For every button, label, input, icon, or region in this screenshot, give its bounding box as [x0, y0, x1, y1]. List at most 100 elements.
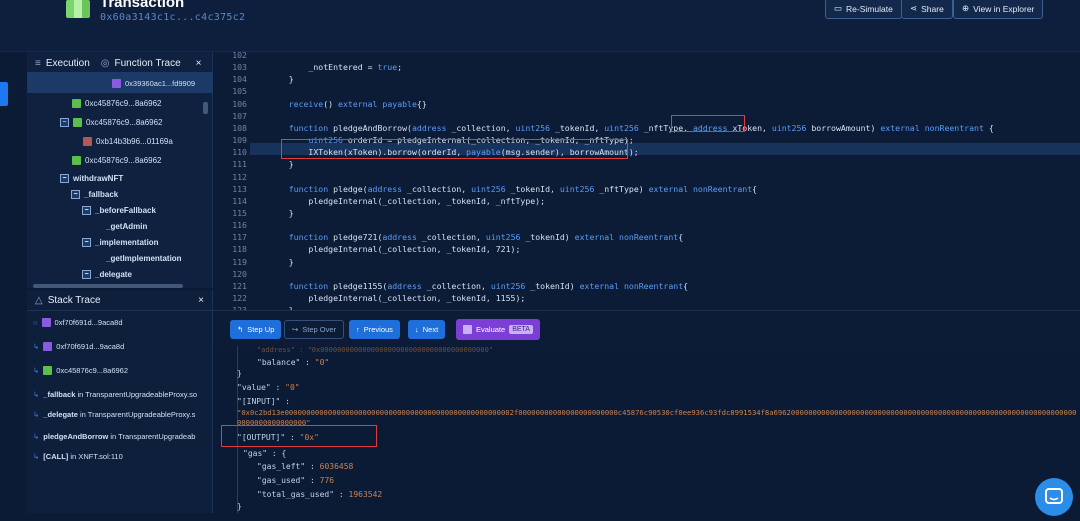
collapse-toggle[interactable]: − [71, 189, 80, 199]
code-line: pledgeInternal(_collection, _tokenId, 72… [269, 244, 521, 255]
beta-badge: BETA [509, 325, 533, 334]
next-button[interactable]: ↓ Next [408, 320, 446, 339]
stack-row[interactable]: ↳ pledgeAndBorrow in TransparentUpgradeab [33, 428, 211, 444]
chat-icon [1045, 488, 1063, 504]
line-number: 110 [232, 147, 247, 158]
trace-tabs: ≡ Execution ◎ Function Trace × [27, 52, 212, 74]
line-number: 107 [232, 110, 247, 121]
evaluate-button[interactable]: Evaluate BETA [456, 319, 540, 340]
contract-icon [72, 155, 81, 165]
chat-support-button[interactable] [1035, 478, 1073, 516]
code-line: pledgeInternal(_collection, _tokenId, 11… [269, 293, 526, 303]
tab-function-trace[interactable]: Function Trace [115, 58, 181, 69]
trace-row[interactable]: 0xc45876c9...8a6962 [72, 95, 162, 111]
tab-execution[interactable]: Execution [46, 58, 90, 69]
trace-row[interactable]: 0x39360ac1...fd9909 [112, 75, 195, 91]
return-arrow-icon: ↳ [33, 409, 40, 419]
globe-icon: ⊕ [962, 3, 970, 13]
line-number: 115 [232, 207, 247, 218]
line-number: 116 [232, 220, 247, 231]
trace-row[interactable]: − withdrawNFT [60, 170, 123, 186]
stack-trace-header: △ Stack Trace × [27, 290, 212, 310]
evaluate-icon [463, 325, 472, 334]
call-details-json: "address" : "0x0000000000000000000000000… [213, 346, 1080, 513]
code-line: _notEntered = true; [269, 62, 403, 73]
collapse-toggle[interactable]: − [60, 117, 69, 127]
line-number: 108 [232, 122, 247, 133]
line-number: 112 [232, 171, 247, 182]
transaction-logo-icon [66, 0, 90, 18]
view-in-explorer-button[interactable]: ⊕ View in Explorer [953, 0, 1044, 19]
vertical-scrollbar[interactable] [203, 102, 208, 114]
step-up-icon: ↰ [237, 325, 244, 334]
share-icon: ⋖ [910, 3, 918, 13]
balance-entry: "balance" : "0" [257, 358, 330, 367]
collapse-toggle[interactable]: − [82, 205, 91, 215]
line-number: 113 [232, 183, 247, 194]
line-number: 117 [232, 232, 247, 243]
page-header: Transaction 0x60a3143c1c...c4c375c2 ▭ Re-… [0, 0, 1080, 52]
code-line: } [269, 256, 294, 267]
stack-trace-title: Stack Trace [47, 294, 101, 306]
contract-icon [83, 136, 92, 146]
stack-row[interactable]: ○ 0xf70f691d...9aca8d [33, 314, 123, 330]
circle-icon: ○ [33, 317, 38, 327]
active-nav-indicator[interactable] [0, 82, 8, 106]
warning-icon: △ [35, 294, 43, 306]
trace-row[interactable]: − _delegate [82, 266, 132, 282]
code-line: } [269, 159, 294, 170]
trace-row[interactable]: 0xb14b3b96...01169a [83, 133, 173, 149]
monitor-icon: ▭ [834, 3, 843, 13]
left-sidebar [0, 52, 27, 513]
total-gas-entry: "total_gas_used" : 1963542 [257, 490, 383, 499]
stack-row[interactable]: ↳ _fallback in TransparentUpgradeableProx… [33, 386, 211, 402]
code-line: } [269, 207, 294, 218]
re-simulate-button[interactable]: ▭ Re-Simulate [825, 0, 902, 19]
trace-row[interactable]: − _fallback [71, 186, 118, 202]
contract-icon [73, 117, 82, 127]
code-line: function pledge1155(address _collection,… [288, 280, 689, 291]
input-key: "[INPUT]" : [237, 397, 290, 406]
share-button[interactable]: ⋖ Share [901, 0, 953, 19]
collapse-toggle[interactable]: − [82, 269, 91, 279]
trace-row[interactable]: − _implementation [82, 234, 159, 250]
code-line: pledgeInternal(_collection, _tokenId, _n… [269, 195, 546, 206]
code-line: function pledge721(address _collection, … [288, 232, 684, 243]
line-number: 104 [232, 74, 247, 85]
return-arrow-icon: ↳ [33, 341, 40, 351]
code-line: } [269, 74, 294, 85]
code-line: function pledge(address _collection, uin… [288, 183, 758, 194]
function-trace-panel: ≡ Execution ◎ Function Trace × 0x39360ac… [27, 52, 213, 288]
value-entry: "value" : "0" [237, 383, 300, 392]
page-title: Transaction [100, 0, 185, 11]
previous-button[interactable]: ↑ Previous [349, 320, 400, 339]
line-number: 120 [232, 268, 247, 279]
collapse-toggle[interactable]: − [60, 173, 69, 183]
horizontal-scrollbar[interactable] [33, 284, 183, 288]
contract-icon [41, 317, 51, 327]
stack-row[interactable]: ↳ [CALL] in XNFT.sol:110 [33, 448, 123, 464]
line-number: 109 [232, 135, 247, 146]
transaction-hash[interactable]: 0x60a3143c1c...c4c375c2 [100, 12, 245, 23]
line-number: 102 [232, 52, 247, 60]
step-over-icon: ↪ [292, 325, 299, 334]
xtoken-param-highlight [671, 115, 745, 132]
trace-row[interactable]: 0xc45876c9...8a6962 [72, 152, 162, 168]
stack-row[interactable]: ↳ 0xc45876c9...8a6962 [33, 362, 128, 378]
step-up-button[interactable]: ↰ Step Up [230, 320, 282, 339]
trace-row[interactable]: −0xc45876c9...8a6962 [60, 114, 163, 130]
contract-icon [43, 365, 53, 375]
stack-row[interactable]: ↳ _delegate in TransparentUpgradeableProx… [33, 406, 211, 422]
gas-left-entry: "gas_left" : 6036458 [257, 462, 354, 471]
source-code-view[interactable]: 102 103 _notEntered = true; 104 } 105 106 r… [213, 52, 1080, 310]
trace-row[interactable]: _getImplementation [106, 250, 182, 266]
step-over-button[interactable]: ↪ Step Over [284, 320, 345, 339]
collapse-toggle[interactable]: − [82, 237, 91, 247]
trace-row[interactable]: _getAdmin [106, 218, 147, 234]
close-icon[interactable]: × [198, 295, 204, 306]
trace-row[interactable]: − _beforeFallback [82, 202, 156, 218]
stack-row[interactable]: ↳ 0xf70f691d...9aca8d [33, 338, 124, 354]
return-arrow-icon: ↳ [33, 451, 40, 461]
close-icon[interactable]: × [196, 58, 202, 69]
line-number: 103 [232, 62, 247, 73]
